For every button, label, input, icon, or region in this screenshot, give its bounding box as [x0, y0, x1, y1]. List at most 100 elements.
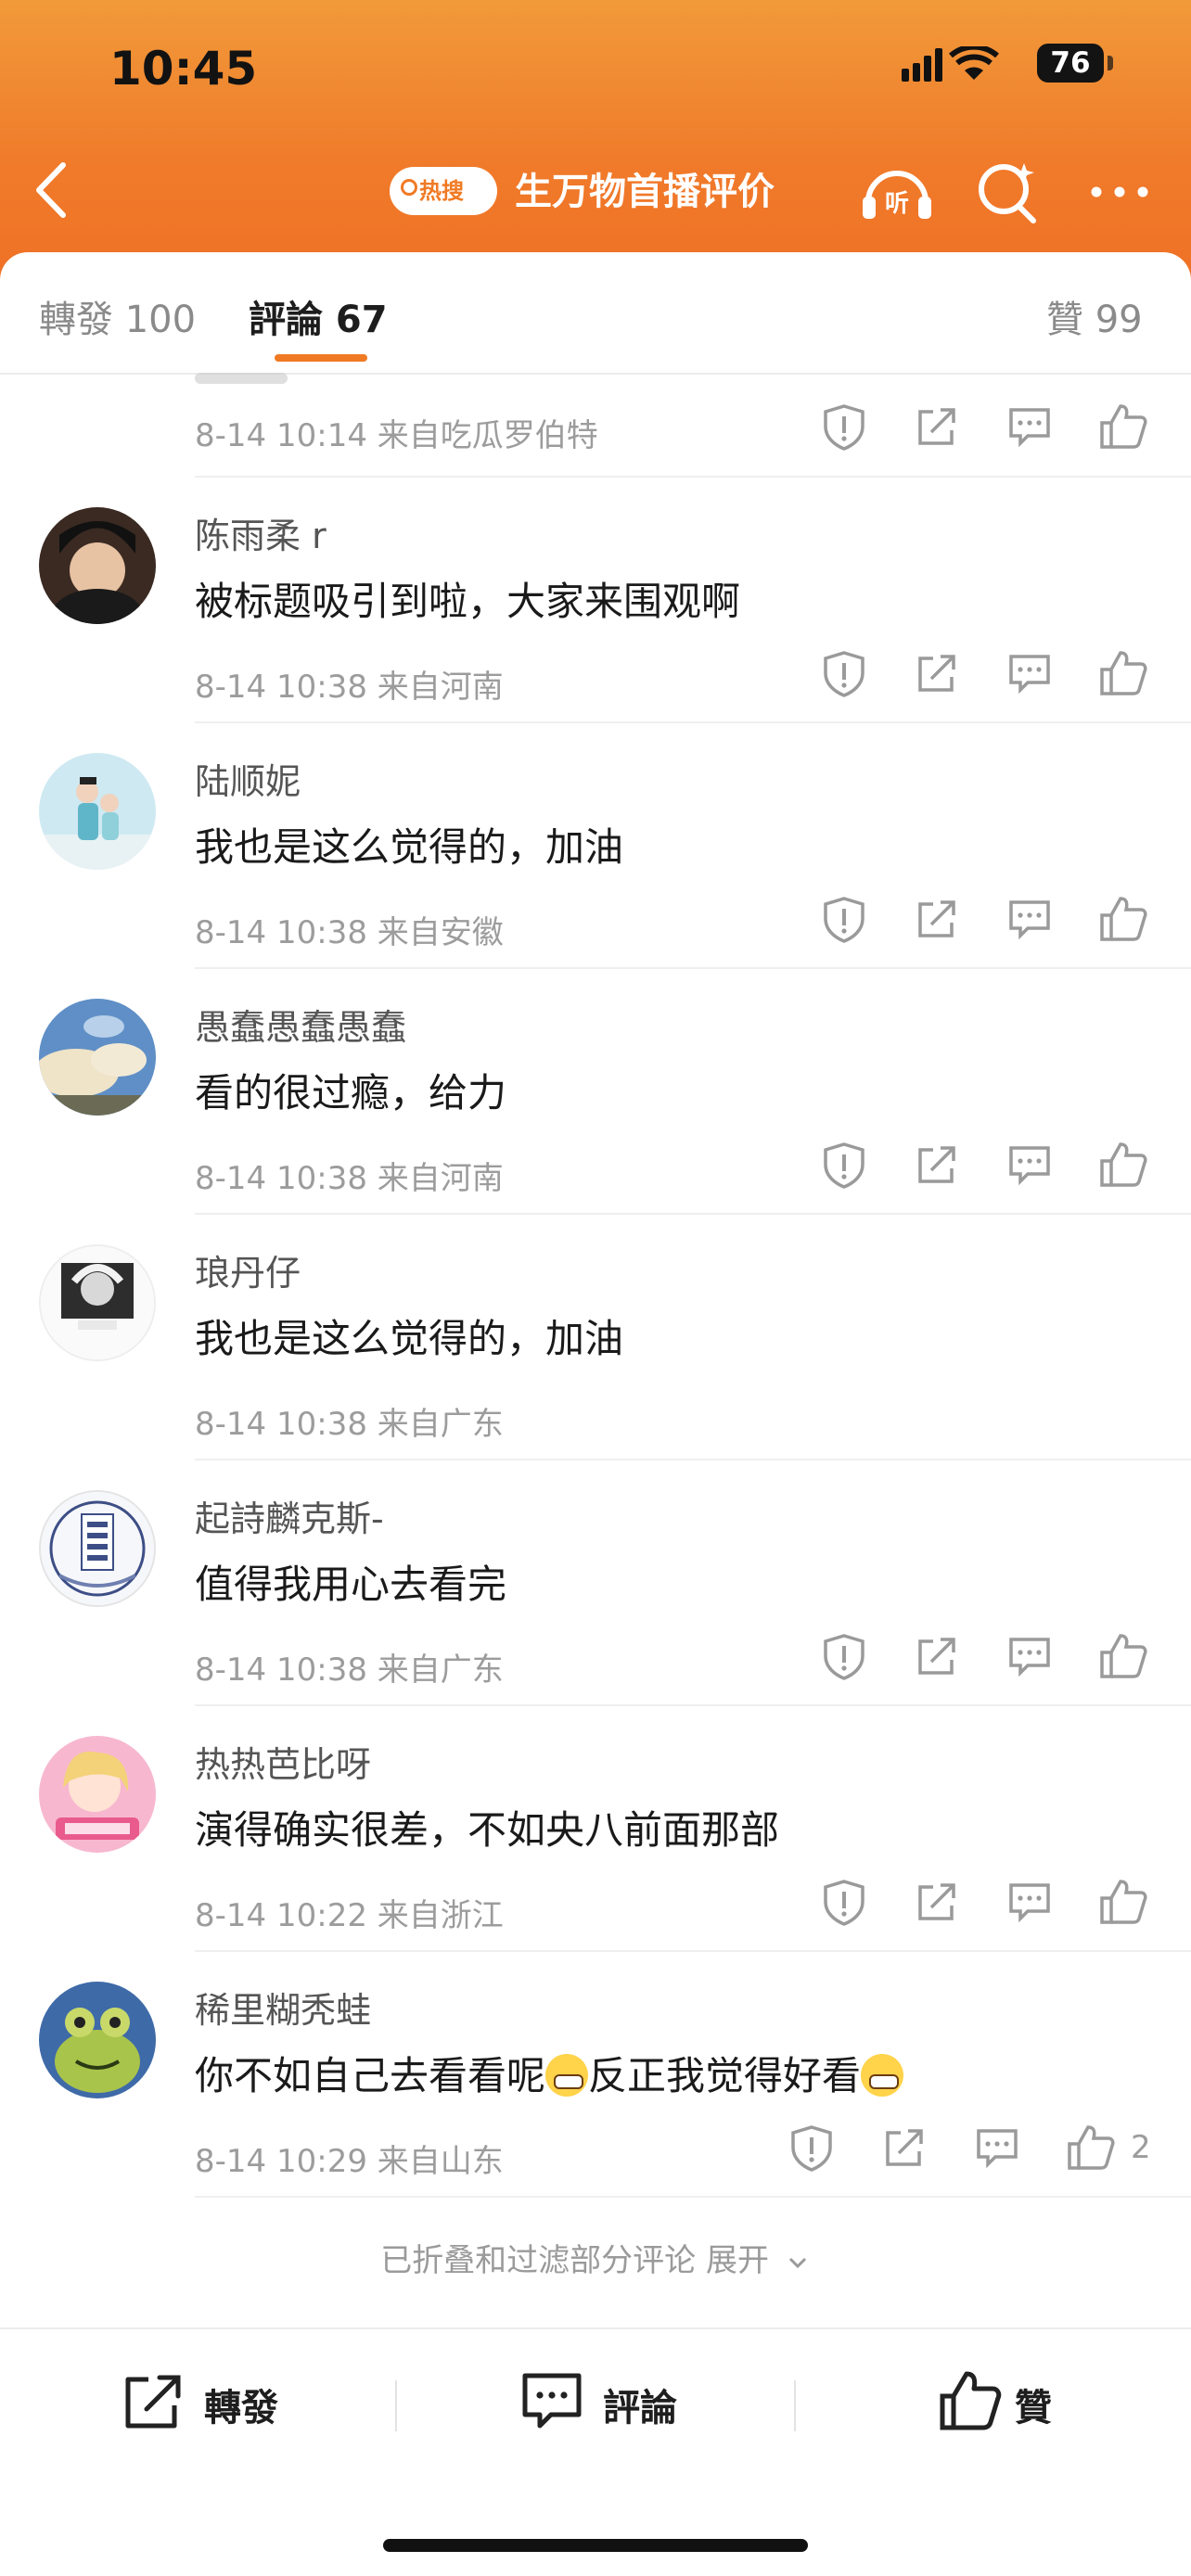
comment-divider: [195, 2196, 1191, 2198]
bottom-separator: [395, 2380, 397, 2431]
comment-meta: 8-14 10:38 来自广东: [195, 1406, 504, 1443]
like-icon[interactable]: [1096, 893, 1148, 945]
comment-text: 看的很过瘾，给力: [195, 1070, 507, 1116]
reply-icon[interactable]: [971, 2122, 1023, 2174]
comment-text: 值得我用心去看完: [195, 1562, 507, 1607]
repost-icon: [125, 2375, 181, 2429]
share-icon[interactable]: [911, 893, 963, 945]
tab-comment[interactable]: 評論 67: [249, 289, 388, 343]
comment-text: 被标题吸引到啦，大家来围观啊: [195, 579, 741, 624]
cartoon-girl-avatar[interactable]: [39, 1736, 156, 1853]
costume-avatar[interactable]: [39, 753, 156, 870]
like-button[interactable]: 贊: [937, 2368, 1122, 2433]
comment-item: 稀里糊秃蛙 你不如自己去看看呢 反正我觉得好看 8-14 10:29 来自山东 2: [0, 1952, 1191, 2198]
report-icon[interactable]: [818, 647, 870, 699]
like-icon[interactable]: [1096, 1630, 1148, 1682]
like-icon[interactable]: [1064, 2122, 1116, 2174]
reply-icon[interactable]: [1004, 401, 1056, 453]
tab-repost[interactable]: 轉發 100: [39, 289, 196, 343]
report-icon[interactable]: [818, 893, 870, 945]
comment-item: 琅丹仔 我也是这么觉得的，加油 8-14 10:38 来自广东: [0, 1215, 1191, 1460]
tab-like[interactable]: 贊 99: [1046, 289, 1143, 343]
report-icon[interactable]: [818, 1139, 870, 1191]
like-icon[interactable]: [1096, 1139, 1148, 1191]
commenter-name[interactable]: 热热芭比呀: [195, 1736, 371, 1787]
commenter-name[interactable]: 琅丹仔: [195, 1244, 301, 1295]
status-bar: 10:45 76: [0, 0, 1191, 139]
report-icon[interactable]: [818, 401, 870, 453]
comment-actions: 2: [784, 2122, 1151, 2177]
repost-button[interactable]: 轉發: [121, 2368, 306, 2433]
hot-search-badge[interactable]: 热搜: [390, 167, 497, 215]
share-icon[interactable]: [911, 647, 963, 699]
home-indicator: [383, 2539, 808, 2552]
search-icon[interactable]: [976, 159, 1041, 224]
reply-icon[interactable]: [1004, 1139, 1056, 1191]
comment-actions: [816, 647, 1169, 703]
portrait-avatar[interactable]: [39, 507, 156, 624]
share-icon[interactable]: [878, 2122, 930, 2174]
report-icon[interactable]: [818, 1876, 870, 1928]
like-icon[interactable]: [1096, 1876, 1148, 1928]
book-avatar[interactable]: [39, 1490, 156, 1607]
report-icon[interactable]: [786, 2122, 838, 2174]
comment-icon: [522, 2373, 582, 2429]
share-icon[interactable]: [911, 401, 963, 453]
like-icon[interactable]: [1096, 647, 1148, 699]
sky-avatar[interactable]: [39, 999, 156, 1116]
repost-label: 轉發: [204, 2387, 278, 2429]
comment-item: 陈雨柔 r 被标题吸引到啦，大家来围观啊 8-14 10:38 来自河南: [0, 478, 1191, 723]
share-icon[interactable]: [911, 1139, 963, 1191]
commenter-name[interactable]: 愚蠢愚蠢愚蠢: [195, 999, 406, 1050]
battery-tip: [1108, 56, 1113, 70]
page-title: 生万物首播评价: [515, 171, 775, 213]
comment-item: 热热芭比呀 演得确实很差，不如央八前面那部 8-14 10:22 来自浙江: [0, 1706, 1191, 1952]
comment-item: 愚蠢愚蠢愚蠢 看的很过瘾，给力 8-14 10:38 来自河南: [0, 969, 1191, 1215]
chevron-down-icon: [788, 2257, 806, 2268]
reply-icon[interactable]: [1004, 893, 1056, 945]
comment-meta: 8-14 10:38 来自河南: [195, 669, 504, 706]
folded-comments-link[interactable]: 已折叠和过滤部分评论 展开: [0, 2235, 1191, 2280]
share-icon[interactable]: [911, 1630, 963, 1682]
status-time: 10:45: [109, 42, 258, 96]
comment-text: 演得确实很差，不如央八前面那部: [195, 1807, 780, 1853]
reply-icon[interactable]: [1004, 1876, 1056, 1928]
truncated-text: [195, 373, 288, 384]
comment-actions: [816, 401, 1169, 456]
share-icon[interactable]: [911, 1876, 963, 1928]
hot-badge-label: 热搜: [419, 178, 464, 204]
reply-icon[interactable]: [1004, 647, 1056, 699]
more-icon[interactable]: [1087, 159, 1152, 224]
signal-wifi-icon: [902, 46, 999, 82]
folded-comments-label: 已折叠和过滤部分评论 展开: [380, 2242, 769, 2279]
bottom-separator: [794, 2380, 796, 2431]
einstein-avatar[interactable]: [39, 1244, 156, 1361]
grin-emoji-icon: [545, 2054, 589, 2097]
comment-meta: 8-14 10:38 来自河南: [195, 1160, 504, 1197]
comment-button[interactable]: 評論: [519, 2368, 705, 2433]
reply-icon[interactable]: [1004, 1630, 1056, 1682]
bottom-action-bar: 轉發 評論 贊: [0, 2329, 1191, 2487]
comment-text: 你不如自己去看看呢 反正我觉得好看: [195, 2045, 904, 2101]
commenter-name[interactable]: 陆顺妮: [195, 753, 301, 804]
thumbs-up-icon: [940, 2371, 1002, 2430]
svg-text:听: 听: [885, 190, 909, 218]
like-icon[interactable]: [1096, 401, 1148, 453]
listen-icon[interactable]: 听: [859, 159, 935, 224]
comment-text-part1: 你不如自己去看看呢: [195, 2053, 546, 2098]
comment-meta: 8-14 10:22 来自浙江: [195, 1897, 504, 1934]
frog-avatar[interactable]: [39, 1982, 156, 2098]
back-icon[interactable]: [26, 158, 78, 223]
commenter-name[interactable]: 起詩麟克斯-: [195, 1490, 384, 1541]
comment-actions: [816, 893, 1169, 949]
comment-text: 我也是这么觉得的，加油: [195, 1316, 624, 1361]
comment-item: 陆顺妮 我也是这么觉得的，加油 8-14 10:38 来自安徽: [0, 723, 1191, 969]
battery-icon: 76: [1037, 44, 1104, 83]
comment-meta: 8-14 10:29 来自山东: [195, 2143, 504, 2180]
commenter-name[interactable]: 陈雨柔 r: [195, 507, 327, 558]
comment-partial: 8-14 10:14 来自吃瓜罗伯特: [0, 352, 1191, 478]
report-icon[interactable]: [818, 1630, 870, 1682]
commenter-name[interactable]: 稀里糊秃蛙: [195, 1982, 371, 2033]
comment-label: 評論: [603, 2387, 677, 2429]
comment-actions: [816, 1630, 1169, 1686]
